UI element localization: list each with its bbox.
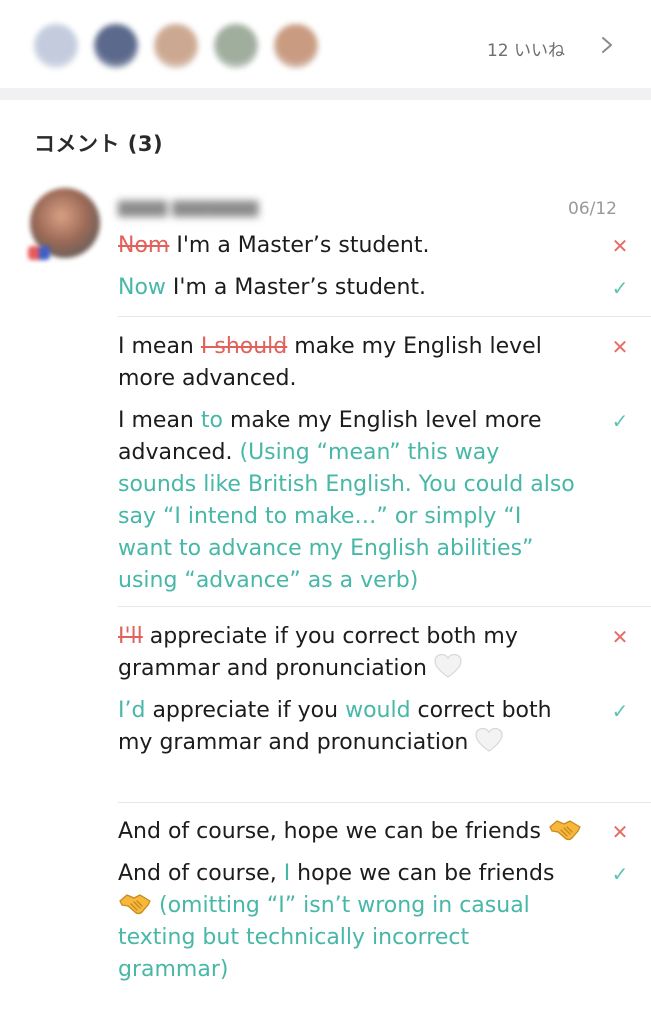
likes-count[interactable]: 12 いいね — [487, 36, 565, 61]
avatar — [34, 24, 78, 68]
correct-mark-icon: ✓ — [611, 699, 629, 723]
divider — [118, 316, 651, 317]
original-sentence: I'll appreciate if you correct both my g… — [118, 621, 630, 685]
incorrect-mark-icon: ✕ — [611, 820, 629, 844]
sentence-text: And of course, hope we can be friends — [118, 819, 548, 844]
removed-text: Nom — [118, 233, 170, 258]
original-sentence: And of course, hope we can be friends ✕ — [118, 816, 630, 848]
correction-block: I mean I should make my English level mo… — [118, 331, 630, 597]
removed-text: I should — [200, 334, 288, 359]
corrected-sentence: I mean to make my English level more adv… — [118, 405, 630, 597]
correct-mark-icon: ✓ — [611, 276, 629, 300]
correct-mark-icon: ✓ — [611, 862, 629, 886]
added-text: Now — [118, 275, 166, 300]
divider — [118, 802, 651, 803]
white-heart-icon — [434, 653, 462, 679]
sentence-text: appreciate if you — [145, 698, 346, 723]
original-sentence: I mean I should make my English level mo… — [118, 331, 630, 395]
sentence-text: I mean — [118, 408, 201, 433]
sentence-text: I'm a Master’s student. — [165, 275, 427, 300]
avatar — [94, 24, 138, 68]
incorrect-mark-icon: ✕ — [611, 234, 629, 258]
section-separator — [0, 88, 651, 100]
correct-mark-icon: ✓ — [611, 409, 629, 433]
incorrect-mark-icon: ✕ — [611, 625, 629, 649]
added-text: to — [200, 408, 223, 433]
corrected-sentence: Now I'm a Master’s student. ✓ — [118, 272, 630, 304]
corrected-sentence: I’d appreciate if you would correct both… — [118, 695, 630, 759]
comment-date: 06/12 — [568, 199, 617, 219]
incorrect-mark-icon: ✕ — [611, 335, 629, 359]
sentence-text: I mean — [118, 334, 201, 359]
original-sentence: Nom I'm a Master’s student. ✕ — [118, 230, 630, 262]
correction-block: I'll appreciate if you correct both my g… — [118, 621, 630, 759]
flag-icon — [28, 246, 50, 260]
added-text: I’d — [118, 698, 146, 723]
commenter-name[interactable]: ▇▇▇▇ ▇▇▇▇▇▇▇ — [118, 198, 258, 217]
sentence-text: And of course, — [118, 861, 284, 886]
comments-header: コメント (3) — [34, 132, 164, 156]
handshake-icon — [548, 817, 582, 843]
removed-text: I'll — [118, 624, 143, 649]
likes-bar[interactable]: 12 いいね — [0, 0, 651, 92]
corrected-sentence: And of course, I hope we can be friends … — [118, 858, 630, 986]
divider — [118, 606, 651, 607]
added-text: would — [345, 698, 411, 723]
added-text: (omitting “I” isn’t wrong in casual text… — [118, 893, 530, 982]
sentence-text: I'm a Master’s student. — [169, 233, 430, 258]
avatar — [154, 24, 198, 68]
chevron-right-icon[interactable] — [597, 34, 617, 56]
correction-block: And of course, hope we can be friends ✕ … — [118, 816, 630, 986]
sentence-text: hope we can be friends — [290, 861, 555, 886]
handshake-icon — [118, 891, 152, 917]
avatar — [274, 24, 318, 68]
avatar — [214, 24, 258, 68]
white-heart-icon — [475, 727, 503, 753]
correction-block: Nom I'm a Master’s student. ✕ Now I'm a M… — [118, 230, 630, 304]
